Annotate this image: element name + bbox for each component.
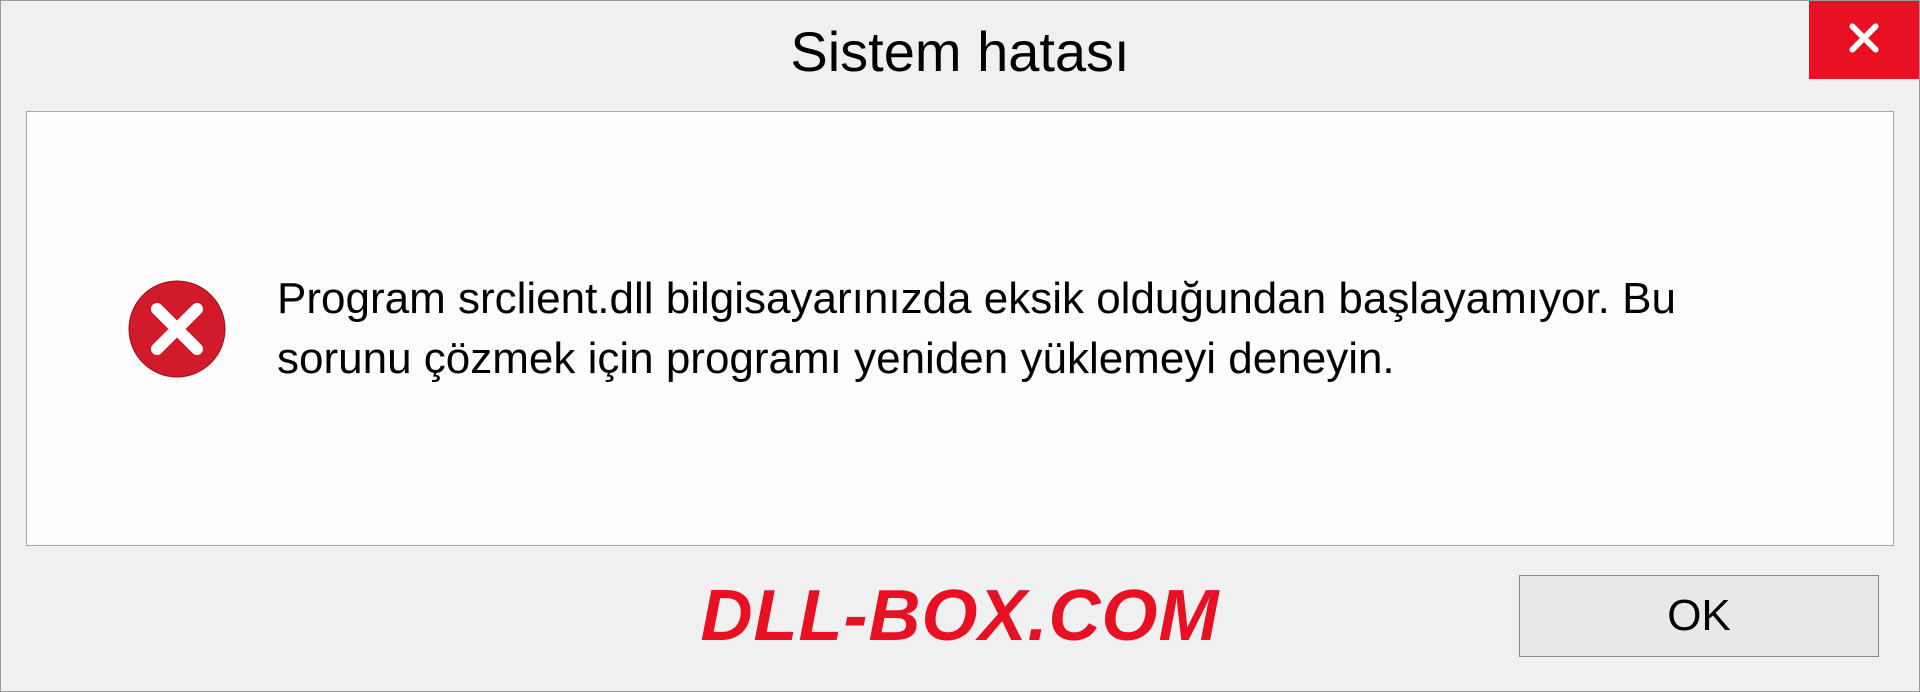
dialog-footer: DLL-BOX.COM OK: [1, 571, 1919, 691]
close-icon: [1844, 18, 1884, 63]
error-icon: [127, 279, 227, 379]
error-dialog: Sistem hatası Program srclient.dll bilgi…: [0, 0, 1920, 692]
close-button[interactable]: [1809, 1, 1919, 79]
content-panel: Program srclient.dll bilgisayarınızda ek…: [26, 111, 1894, 546]
title-bar: Sistem hatası: [1, 1, 1919, 101]
watermark-text: DLL-BOX.COM: [701, 575, 1220, 657]
error-message: Program srclient.dll bilgisayarınızda ek…: [277, 269, 1813, 388]
dialog-title: Sistem hatası: [790, 19, 1129, 84]
ok-button[interactable]: OK: [1519, 575, 1879, 657]
